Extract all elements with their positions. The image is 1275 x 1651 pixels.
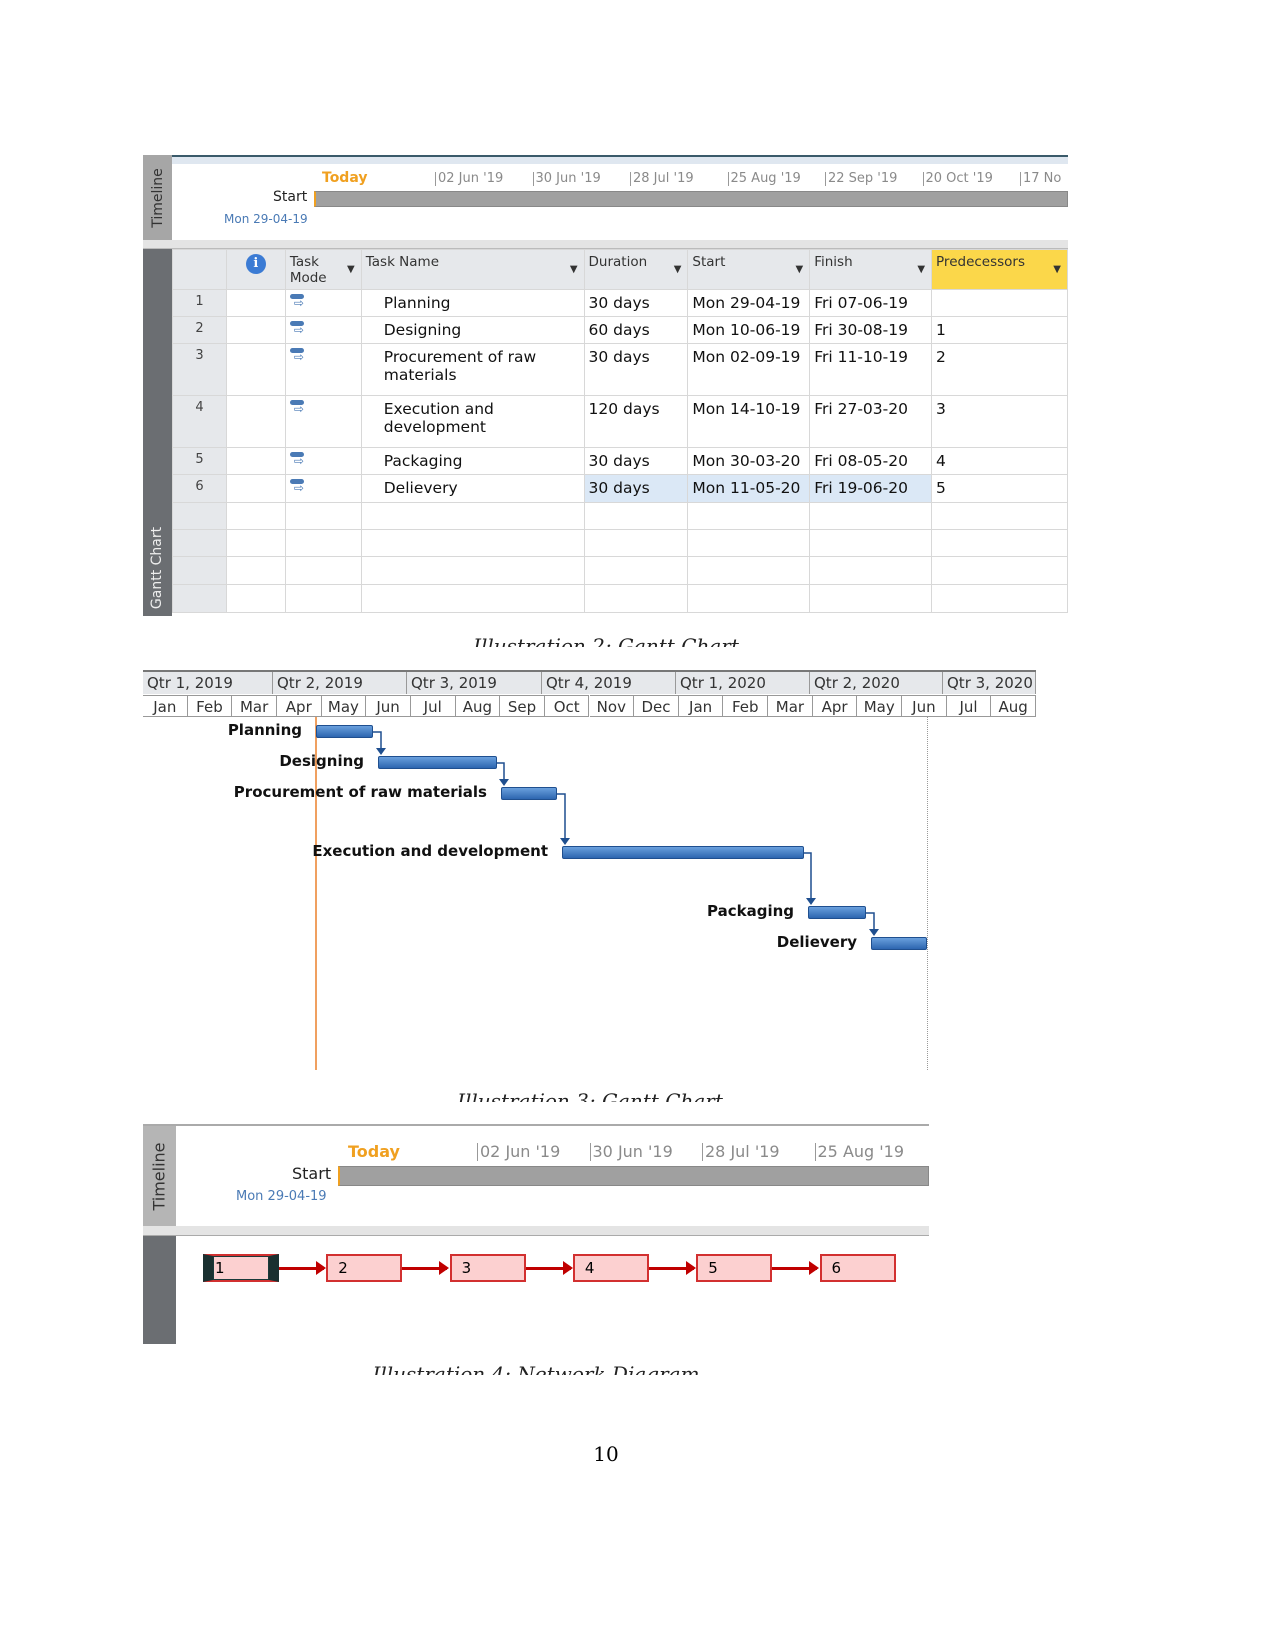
today-label: Today	[348, 1142, 400, 1161]
dependency-links	[373, 731, 879, 936]
network-node[interactable]: 2	[326, 1254, 403, 1282]
timeline-label: Timeline	[150, 1141, 169, 1211]
timeline-tick: 25 Aug '19	[814, 1143, 904, 1161]
arrowhead	[499, 779, 509, 786]
dependency-link	[402, 1261, 450, 1275]
dependency-arrow	[557, 793, 566, 839]
task-bar-label: Planning	[227, 721, 302, 739]
dependency-link	[772, 1261, 820, 1275]
timeline-side-label: Timeline	[143, 1126, 176, 1226]
network-node[interactable]: 6	[819, 1254, 896, 1282]
task-bar[interactable]	[378, 756, 497, 769]
arrowhead	[869, 929, 879, 936]
dependency-arrow	[866, 912, 875, 930]
arrowhead	[560, 838, 570, 845]
caption-illustration-3: Illustration 3: Gantt Chart	[457, 1089, 723, 1102]
dependency-arrow	[804, 852, 812, 899]
task-bar[interactable]	[501, 787, 557, 800]
task-bar-label: Execution and development	[312, 842, 548, 860]
network-node[interactable]: 4	[572, 1254, 649, 1282]
dependency-arrow	[373, 731, 382, 749]
dependency-link	[279, 1261, 326, 1275]
task-bar-label: Packaging	[707, 902, 794, 920]
timeline-tick: 02 Jun '19	[477, 1143, 560, 1161]
dependency-link	[525, 1261, 573, 1275]
network-node[interactable]: 3	[449, 1254, 526, 1282]
task-bar[interactable]	[562, 846, 804, 859]
dependency-link	[648, 1261, 696, 1275]
network-node[interactable]: 1	[203, 1254, 279, 1282]
page-number: 10	[593, 1442, 619, 1466]
arrowhead	[376, 748, 386, 755]
task-bar[interactable]	[808, 906, 866, 919]
dependency-arrow	[497, 762, 505, 780]
start-label: Start	[292, 1164, 332, 1183]
task-bar-label: Procurement of raw materials	[233, 783, 487, 801]
network-node[interactable]: 5	[696, 1254, 773, 1282]
arrowhead	[806, 898, 816, 905]
task-bar-label: Designing	[279, 752, 364, 770]
start-date: Mon 29-04-19	[236, 1189, 327, 1204]
timeline-bar	[338, 1166, 929, 1186]
timeline-tick: 28 Jul '19	[702, 1143, 780, 1161]
network-side-panel	[143, 1236, 176, 1344]
caption-illustration-4: Illustration 4: Network Diagram	[372, 1362, 700, 1375]
task-bar[interactable]	[871, 937, 927, 950]
task-bar-label: Delievery	[776, 933, 857, 951]
task-bar[interactable]	[316, 725, 373, 738]
timeline-tick: 30 Jun '19	[589, 1143, 673, 1161]
splitter[interactable]	[143, 1226, 929, 1236]
